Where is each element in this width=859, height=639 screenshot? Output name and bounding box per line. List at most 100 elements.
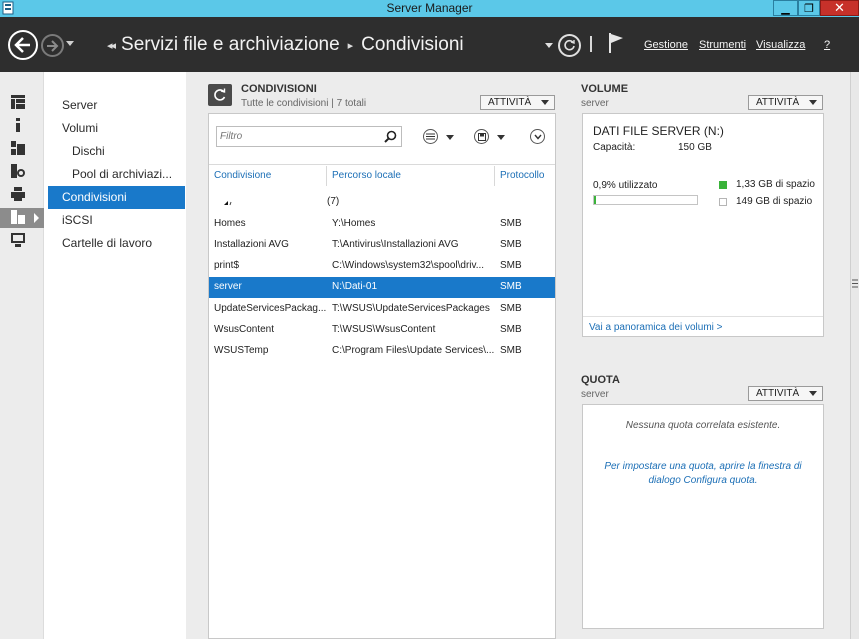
share-protocol: SMB	[500, 281, 522, 292]
header-bar: ◂◂ Servizi file e archiviazione ▸ Condiv…	[0, 17, 859, 72]
table-row[interactable]: WSUSTemp C:\Program Files\Update Service…	[209, 341, 555, 362]
breadcrumb-item-file-services[interactable]: Servizi file e archiviazione	[121, 34, 340, 56]
free-space-legend: 149 GB di spazio	[736, 196, 813, 207]
expand-filter-button[interactable]	[530, 129, 545, 144]
nav-item-iscsi[interactable]: iSCSI	[48, 209, 185, 232]
quota-subtitle: server	[581, 389, 609, 400]
volume-tasks-button[interactable]: ATTIVITÀ	[748, 95, 823, 110]
all-servers-icon[interactable]	[11, 141, 25, 155]
used-space-legend: 1,33 GB di spazio	[736, 179, 815, 190]
quota-help-line-1[interactable]: Per impostare una quota, aprire la fines…	[583, 460, 823, 474]
refresh-icon	[564, 39, 575, 51]
quota-tasks-label: ATTIVITÀ	[756, 388, 800, 399]
close-button[interactable]: ✕	[820, 0, 859, 16]
scrollbar[interactable]	[850, 72, 859, 639]
shares-table-box	[208, 113, 556, 639]
menu-help[interactable]: ?	[824, 39, 830, 51]
share-name: print$	[214, 260, 240, 271]
table-row[interactable]: Installazioni AVG T:\Antivirus\Installaz…	[209, 235, 555, 256]
nav-item-shares[interactable]: Condivisioni	[48, 186, 185, 209]
table-header-divider	[209, 164, 555, 165]
back-button[interactable]	[8, 30, 38, 60]
title-bar: Server Manager ▁ ❐ ✕	[0, 0, 859, 17]
save-icon	[477, 132, 486, 141]
shares-icon[interactable]	[11, 210, 25, 224]
minimize-button[interactable]: ▁	[773, 0, 798, 16]
share-name: Homes	[214, 218, 246, 229]
share-protocol: SMB	[500, 303, 522, 314]
share-path: T:\WSUS\UpdateServicesPackages	[332, 303, 490, 314]
volumes-overview-link[interactable]: Vai a panoramica dei volumi >	[589, 322, 723, 333]
dashboard-icon[interactable]	[11, 95, 25, 109]
quota-tasks-button[interactable]: ATTIVITÀ	[748, 386, 823, 401]
table-row[interactable]: WsusContent T:\WSUS\WsusContent SMB	[209, 320, 555, 341]
breadcrumb-dropdown-button[interactable]	[545, 43, 553, 48]
share-protocol: SMB	[500, 218, 522, 229]
volume-name: DATI FILE SERVER (N:)	[593, 124, 724, 138]
share-name: server	[214, 281, 242, 292]
table-row[interactable]: UpdateServicesPackag... T:\WSUS\UpdateSe…	[209, 299, 555, 320]
nav-item-servers[interactable]: Server	[48, 94, 185, 117]
nav-item-volumes[interactable]: Volumi	[48, 117, 185, 140]
shares-tasks-button[interactable]: ATTIVITÀ	[480, 95, 555, 110]
window-title: Server Manager	[386, 1, 473, 15]
shares-title: CONDIVISIONI	[241, 83, 317, 95]
quota-box	[582, 404, 824, 629]
header-divider	[590, 36, 592, 52]
file-services-icon[interactable]	[11, 164, 25, 178]
column-header-protocol[interactable]: Protocollo	[500, 170, 544, 181]
navigation-tree: Server Volumi Dischi Pool di archiviazi.…	[45, 72, 186, 639]
volume-title: VOLUME	[581, 83, 629, 95]
usage-bar	[593, 195, 698, 205]
search-icon[interactable]	[384, 130, 397, 143]
forward-button[interactable]	[41, 34, 64, 57]
nav-item-storage-pools[interactable]: Pool di archiviazi...	[48, 163, 185, 186]
volume-footer-divider	[583, 316, 823, 317]
refresh-button[interactable]	[558, 34, 581, 57]
share-protocol: SMB	[500, 260, 522, 271]
breadcrumb-item-shares[interactable]: Condivisioni	[361, 34, 463, 56]
filter-box[interactable]	[216, 126, 402, 147]
share-name: Installazioni AVG	[214, 239, 289, 250]
filter-input[interactable]	[220, 129, 380, 144]
quota-help-line-2[interactable]: dialogo Configura quota.	[583, 474, 823, 488]
nav-item-work-folders[interactable]: Cartelle di lavoro	[48, 232, 185, 255]
used-percent-label: 0,9% utilizzato	[593, 180, 658, 191]
collapse-triangle-icon[interactable]	[223, 199, 233, 207]
save-query-button[interactable]	[474, 129, 489, 144]
remote-desktop-icon[interactable]	[11, 233, 25, 247]
column-header-share[interactable]: Condivisione	[214, 170, 271, 181]
scrollbar-grip-icon[interactable]	[852, 279, 858, 288]
local-server-icon[interactable]	[11, 118, 25, 132]
chevron-down-icon	[533, 134, 542, 140]
menu-manage[interactable]: Gestione	[644, 39, 688, 51]
table-row-selected[interactable]: server N:\Dati-01 SMB	[209, 277, 555, 298]
share-name: UpdateServicesPackag...	[214, 303, 327, 314]
icon-rail	[0, 72, 44, 639]
arrow-right-icon	[47, 39, 59, 52]
breadcrumb: ◂◂ Servizi file e archiviazione ▸ Condiv…	[107, 34, 464, 56]
table-row[interactable]: print$ C:\Windows\system32\spool\driv...…	[209, 256, 555, 277]
shares-section-icon	[208, 84, 232, 106]
rail-expand-arrow-icon[interactable]	[34, 213, 39, 223]
column-header-local-path[interactable]: Percorso locale	[332, 170, 401, 181]
history-dropdown-button[interactable]	[66, 41, 74, 46]
table-row[interactable]: Homes Y:\Homes SMB	[209, 214, 555, 235]
print-services-icon[interactable]	[11, 187, 25, 201]
nav-item-disks[interactable]: Dischi	[48, 140, 185, 163]
share-path: C:\Windows\system32\spool\driv...	[332, 260, 485, 271]
share-refresh-icon	[214, 88, 226, 101]
notifications-flag-icon[interactable]	[607, 32, 625, 54]
menu-view[interactable]: Visualizza	[756, 39, 805, 51]
free-legend-swatch	[719, 198, 727, 206]
list-view-dropdown-icon[interactable]	[446, 135, 454, 140]
save-query-dropdown-icon[interactable]	[497, 135, 505, 140]
capacity-value: 150 GB	[678, 142, 712, 153]
column-divider	[326, 166, 327, 186]
share-path: T:\Antivirus\Installazioni AVG	[332, 239, 459, 250]
breadcrumb-separator-icon: ▸	[347, 39, 354, 52]
maximize-button[interactable]: ❐	[798, 0, 820, 16]
menu-tools[interactable]: Strumenti	[699, 39, 746, 51]
list-view-button[interactable]	[423, 129, 438, 144]
share-path: N:\Dati-01	[332, 281, 378, 292]
